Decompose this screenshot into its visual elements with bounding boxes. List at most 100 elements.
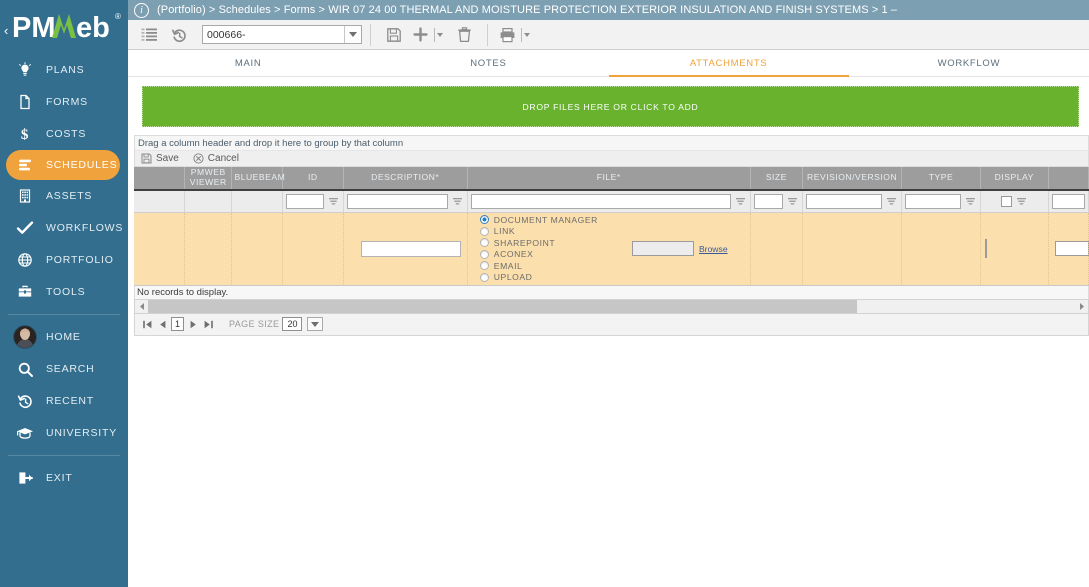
column-header-revision-version[interactable]: REVISION/VERSION: [803, 167, 902, 190]
first-page-icon[interactable]: [141, 317, 153, 331]
grid-save-button[interactable]: Save: [141, 153, 179, 164]
file-dropzone[interactable]: DROP FILES HERE OR CLICK TO ADD: [142, 86, 1079, 127]
tab-main[interactable]: MAIN: [128, 50, 368, 77]
filter-input-size[interactable]: [754, 194, 784, 209]
scrollbar-thumb[interactable]: [148, 300, 857, 313]
sidebar-item-recent[interactable]: RECENT: [0, 385, 128, 417]
pmweb-logo[interactable]: ‹ PM eb ®: [0, 0, 128, 54]
prev-page-icon[interactable]: [156, 317, 168, 331]
filter-input-description[interactable]: [347, 194, 448, 209]
scroll-left-icon[interactable]: [135, 300, 148, 313]
tab-notes[interactable]: NOTES: [368, 50, 608, 77]
add-button[interactable]: [409, 22, 431, 48]
radio-button[interactable]: [480, 250, 489, 259]
sidebar-item-schedules[interactable]: SCHEDULES: [6, 150, 120, 180]
info-icon[interactable]: i: [134, 3, 149, 18]
sidebar-item-university[interactable]: UNIVERSITY: [0, 417, 128, 449]
column-header-type[interactable]: TYPE: [902, 167, 981, 190]
no-records-message: No records to display.: [134, 286, 1089, 299]
radio-option-document-manager[interactable]: DOCUMENT MANAGER: [480, 214, 598, 226]
last-page-icon[interactable]: [202, 317, 214, 331]
filter-input-revision[interactable]: [806, 194, 882, 209]
filter-icon[interactable]: [451, 195, 464, 208]
exit-icon: [10, 463, 40, 493]
radio-option-upload[interactable]: UPLOAD: [480, 272, 598, 284]
sidebar-item-forms[interactable]: FORMS: [0, 86, 128, 118]
filter-input-type[interactable]: [905, 194, 961, 209]
chevron-down-icon[interactable]: [344, 26, 361, 43]
grid-header-row: PMWEB VIEWER BLUEBEAM ID DESCRIPTION* FI…: [134, 167, 1089, 190]
filter-input-id[interactable]: [286, 194, 324, 209]
sidebar-item-exit[interactable]: EXIT: [0, 462, 128, 494]
page-size-value[interactable]: 20: [282, 317, 302, 331]
column-header-id[interactable]: ID: [282, 167, 343, 190]
radio-button[interactable]: [480, 273, 489, 282]
sidebar-item-tools[interactable]: TOOLS: [0, 276, 128, 308]
pager: 1 PAGE SIZE 20: [134, 314, 1089, 336]
chevron-down-icon[interactable]: [524, 33, 530, 37]
sidebar-item-plans[interactable]: PLANS: [0, 54, 128, 86]
chevron-down-icon[interactable]: [437, 33, 443, 37]
column-header-file[interactable]: FILE*: [467, 167, 750, 190]
content-filler: [128, 336, 1089, 587]
scrollbar-track[interactable]: [148, 300, 1075, 313]
sidebar-item-home[interactable]: HOME: [0, 321, 128, 353]
filter-icon[interactable]: [786, 195, 799, 208]
column-header-size[interactable]: SIZE: [750, 167, 803, 190]
save-button[interactable]: [379, 22, 409, 48]
horizontal-scrollbar[interactable]: [134, 299, 1089, 314]
app-root: ‹ PM eb ® PLANS FORMS $ COSTS: [0, 0, 1089, 587]
filter-icon[interactable]: [885, 195, 898, 208]
column-header-description[interactable]: DESCRIPTION*: [343, 167, 467, 190]
filter-icon[interactable]: [1015, 195, 1028, 208]
grid-filter-row: [134, 190, 1089, 212]
print-button[interactable]: [496, 22, 518, 48]
radio-option-link[interactable]: LINK: [480, 226, 598, 238]
column-header-display[interactable]: DISPLAY: [980, 167, 1048, 190]
sidebar-item-costs[interactable]: $ COSTS: [0, 118, 128, 150]
radio-button[interactable]: [480, 261, 489, 270]
tab-workflow[interactable]: WORKFLOW: [849, 50, 1089, 77]
record-select[interactable]: 000666-: [202, 25, 362, 44]
filter-cell-pmweb-viewer: [185, 190, 232, 212]
delete-button[interactable]: [449, 22, 479, 48]
radio-option-sharepoint[interactable]: SHAREPOINT: [480, 237, 598, 249]
filter-icon[interactable]: [734, 195, 747, 208]
radio-option-email[interactable]: EMAIL: [480, 260, 598, 272]
group-by-panel[interactable]: Drag a column header and drop it here to…: [134, 135, 1089, 150]
sidebar-item-workflows[interactable]: WORKFLOWS: [0, 212, 128, 244]
browse-input[interactable]: [632, 241, 694, 256]
column-header-blank[interactable]: [134, 167, 185, 190]
list-icon[interactable]: [134, 22, 164, 48]
radio-label: EMAIL: [494, 261, 523, 271]
chevron-down-icon[interactable]: [307, 317, 323, 331]
radio-button[interactable]: [480, 215, 489, 224]
history-icon[interactable]: [164, 22, 194, 48]
browse-link[interactable]: Browse: [699, 244, 728, 254]
filter-icon[interactable]: [964, 195, 977, 208]
radio-button[interactable]: [480, 227, 489, 236]
filter-checkbox-display[interactable]: [1001, 196, 1012, 207]
extra-input[interactable]: [1055, 241, 1089, 256]
filter-input-file[interactable]: [471, 194, 731, 209]
column-header-blank-2[interactable]: [1048, 167, 1088, 190]
toolbar: 000666-: [128, 20, 1089, 50]
schedule-icon: [10, 150, 40, 180]
sidebar-item-portfolio[interactable]: PORTFOLIO: [0, 244, 128, 276]
radio-option-aconex[interactable]: ACONEX: [480, 249, 598, 261]
radio-button[interactable]: [480, 238, 489, 247]
column-header-pmweb-viewer[interactable]: PMWEB VIEWER: [185, 167, 232, 190]
display-checkbox[interactable]: [985, 239, 987, 258]
grid-cancel-button[interactable]: Cancel: [193, 153, 239, 164]
tab-attachments[interactable]: ATTACHMENTS: [609, 50, 849, 77]
column-header-bluebeam[interactable]: BLUEBEAM: [232, 167, 283, 190]
page-number-input[interactable]: 1: [171, 317, 184, 331]
sidebar-item-label: COSTS: [46, 128, 86, 140]
sidebar-item-search[interactable]: SEARCH: [0, 353, 128, 385]
sidebar-item-assets[interactable]: ASSETS: [0, 180, 128, 212]
next-page-icon[interactable]: [187, 317, 199, 331]
filter-input-extra[interactable]: [1052, 194, 1085, 209]
scroll-right-icon[interactable]: [1075, 300, 1088, 313]
filter-icon[interactable]: [327, 195, 340, 208]
description-input[interactable]: [361, 241, 461, 257]
